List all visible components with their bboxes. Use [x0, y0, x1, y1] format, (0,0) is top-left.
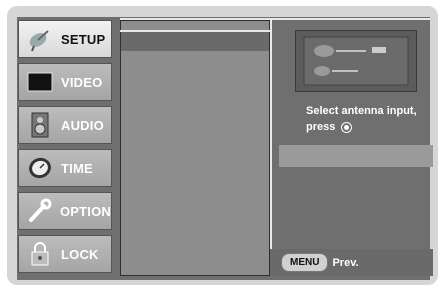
menu-item-option[interactable]: OPTION: [18, 192, 112, 230]
prompt-line-2-wrap: press: [306, 119, 436, 135]
prompt-line-2: press: [306, 121, 336, 133]
ok-button-icon: [341, 121, 353, 133]
submenu-panel: [120, 20, 270, 276]
antenna-preview-image: [295, 30, 417, 92]
submenu-header: [121, 31, 269, 51]
menu-button[interactable]: MENU: [281, 253, 329, 272]
prev-label: Prev.: [332, 256, 359, 269]
tv-screen-icon: [25, 68, 55, 96]
selection-bar[interactable]: [279, 145, 433, 167]
menu-item-setup[interactable]: SETUP: [18, 20, 112, 58]
speaker-icon: [25, 111, 55, 139]
menu-item-label: TIME: [61, 160, 93, 176]
menu-item-label: SETUP: [61, 31, 106, 47]
menu-item-audio[interactable]: AUDIO: [18, 106, 112, 144]
menu-item-label: AUDIO: [61, 117, 104, 133]
clock-icon: [25, 154, 55, 182]
submenu-header-divider: [120, 30, 270, 32]
satellite-icon: [25, 25, 55, 53]
menu-item-video[interactable]: VIDEO: [18, 63, 112, 101]
panel-divider: [270, 20, 272, 256]
menu-item-time[interactable]: TIME: [18, 149, 112, 187]
bottom-help-bar: MENU Prev.: [270, 249, 433, 276]
wrench-icon: [25, 197, 54, 225]
antenna-prompt: Select antenna input, press: [306, 103, 436, 135]
menu-item-lock[interactable]: LOCK: [18, 235, 112, 273]
menu-item-label: VIDEO: [61, 74, 103, 90]
padlock-icon: [25, 240, 55, 268]
menu-item-label: LOCK: [61, 246, 99, 262]
main-menu-sidebar: SETUP VIDEO AUDIO TIME OPTION LOCK: [18, 20, 112, 278]
prompt-line-1: Select antenna input,: [306, 105, 417, 117]
detail-panel: Select antenna input, press: [273, 20, 433, 276]
menu-item-label: OPTION: [59, 203, 111, 219]
